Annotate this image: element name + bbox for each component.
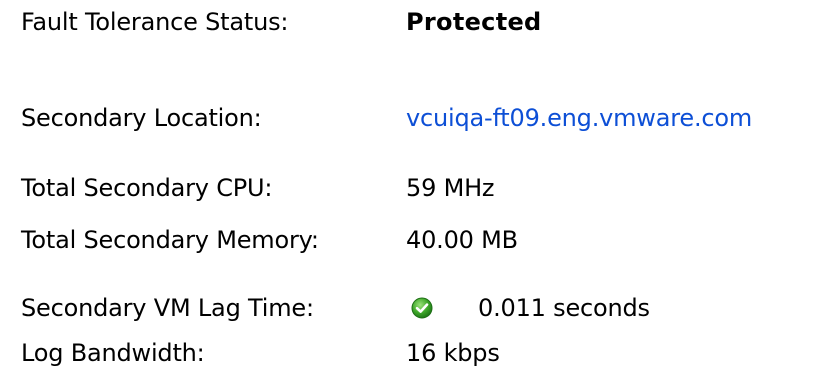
ft-status-row: Fault Tolerance Status: Protected (0, 5, 821, 41)
log-bandwidth-row: Log Bandwidth: 16 kbps (0, 336, 821, 372)
secondary-cpu-row: Total Secondary CPU: 59 MHz (0, 171, 821, 207)
secondary-memory-value: 40.00 MB (406, 226, 518, 254)
lag-time-text: 0.011 seconds (478, 294, 650, 322)
secondary-location-link[interactable]: vcuiqa-ft09.eng.vmware.com (406, 101, 752, 135)
fault-tolerance-panel: Fault Tolerance Status: Protected Second… (0, 0, 821, 371)
secondary-location-label: Secondary Location: (21, 104, 262, 132)
lag-time-label: Secondary VM Lag Time: (21, 294, 314, 322)
log-bandwidth-label: Log Bandwidth: (21, 339, 205, 367)
ft-status-value: Protected (406, 8, 542, 36)
log-bandwidth-value: 16 kbps (406, 339, 500, 367)
secondary-cpu-label: Total Secondary CPU: (21, 174, 273, 202)
secondary-location-row: Secondary Location: vcuiqa-ft09.eng.vmwa… (0, 101, 821, 137)
secondary-memory-row: Total Secondary Memory: 40.00 MB (0, 223, 821, 259)
secondary-cpu-value: 59 MHz (406, 174, 495, 202)
check-ok-icon (411, 297, 433, 319)
ft-status-label: Fault Tolerance Status: (21, 8, 289, 36)
lag-time-row: Secondary VM Lag Time: 0.011 seconds (0, 291, 821, 327)
secondary-memory-label: Total Secondary Memory: (21, 226, 319, 254)
